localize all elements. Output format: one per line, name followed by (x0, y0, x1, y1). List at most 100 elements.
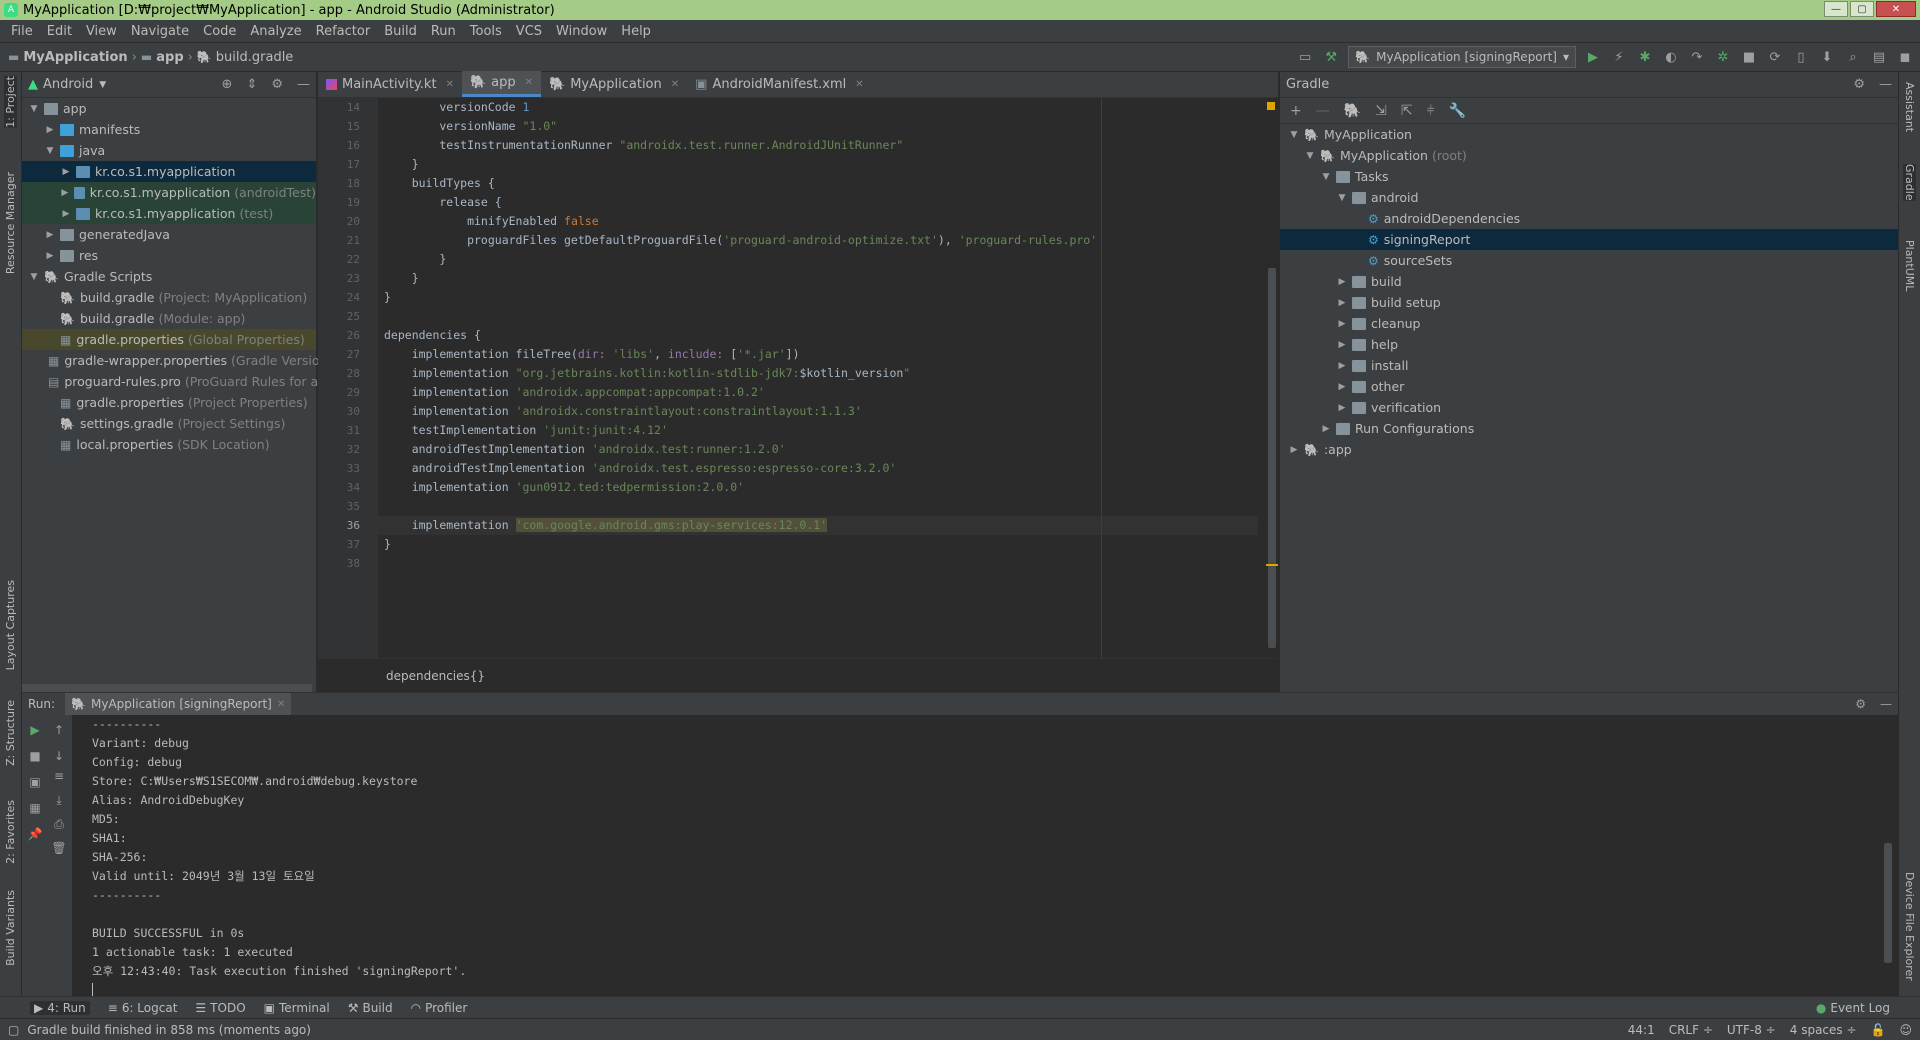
tree-item[interactable]: ▦ gradle-wrapper.properties (Gradle Versio… (22, 350, 332, 371)
debug-icon[interactable]: ✱ (1636, 48, 1654, 66)
collapse-all-icon[interactable]: ⇕ (246, 77, 257, 92)
soft-wrap-icon[interactable]: ≡ (50, 767, 68, 785)
locate-icon[interactable]: ⊕ (222, 77, 233, 92)
tree-item[interactable]: 🐘 settings.gradle (Project Settings) (22, 413, 316, 434)
expand-all-icon[interactable]: ⇲ (1375, 103, 1387, 119)
menu-file[interactable]: File (4, 24, 40, 39)
tool-tab-logcat[interactable]: ≡ 6: Logcat (108, 1001, 178, 1015)
indent-setting[interactable]: 4 spaces ÷ (1790, 1023, 1857, 1037)
tree-item[interactable]: ▼ Tasks (1280, 166, 1898, 187)
layout-captures-tool-tab[interactable]: Layout Captures (4, 580, 17, 670)
breadcrumb-project[interactable]: MyApplication (23, 50, 127, 65)
status-message[interactable]: Gradle build finished in 858 ms (moments… (27, 1023, 311, 1037)
close-icon[interactable]: ✕ (671, 79, 679, 90)
expand-toggle-icon[interactable]: ▼ (1304, 151, 1316, 161)
wrench-icon[interactable]: 🔧 (1449, 103, 1466, 119)
restore-layout-icon[interactable]: ▣ (26, 773, 44, 791)
trash-icon[interactable]: 🗑 (50, 839, 68, 857)
warning-marker[interactable] (1266, 564, 1278, 566)
structure-tool-tab[interactable]: Z: Structure (4, 700, 17, 766)
expand-toggle-icon[interactable]: ▼ (1288, 130, 1300, 140)
expand-toggle-icon[interactable]: ▶ (1336, 298, 1348, 308)
caret-position[interactable]: 44:1 (1628, 1023, 1655, 1037)
expand-toggle-icon[interactable]: ▶ (44, 251, 56, 261)
tree-item[interactable]: ▶ manifests (22, 119, 316, 140)
rerun-icon[interactable]: ▶ (26, 721, 44, 739)
tool-tab-build[interactable]: ⚒ Build (348, 1001, 393, 1015)
editor-tab[interactable]: MainActivity.kt ✕ (318, 71, 462, 97)
expand-toggle-icon[interactable]: ▶ (60, 209, 72, 219)
search-icon[interactable]: ⌕ (1844, 48, 1862, 66)
expand-toggle-icon[interactable]: ▶ (1336, 382, 1348, 392)
editor-vertical-scrollbar[interactable] (1266, 98, 1278, 658)
sync-project-icon[interactable]: ▭ (1296, 48, 1314, 66)
gear-icon[interactable]: ⚙ (1853, 77, 1865, 92)
tree-item[interactable]: ⚙ sourceSets (1280, 250, 1898, 271)
up-arrow-icon[interactable]: ↑ (50, 721, 68, 739)
make-project-icon[interactable]: ⚒ (1322, 48, 1340, 66)
project-view-selector[interactable]: Android (43, 77, 93, 92)
menu-refactor[interactable]: Refactor (309, 24, 378, 39)
tree-item[interactable]: ▦ local.properties (SDK Location) (22, 434, 316, 455)
run-tab[interactable]: 🐘 MyApplication [signingReport] ✕ (65, 693, 292, 715)
run-configuration-dropdown[interactable]: 🐘 MyApplication [signingReport] ▾ (1348, 46, 1576, 68)
scroll-to-end-icon[interactable]: ⤓ (50, 791, 68, 809)
close-icon[interactable]: ✕ (446, 79, 454, 90)
expand-toggle-icon[interactable]: ▶ (60, 188, 70, 198)
minimize-button[interactable]: — (1824, 1, 1848, 17)
expand-toggle-icon[interactable]: ▶ (1336, 361, 1348, 371)
tree-item[interactable]: ▶ kr.co.s1.myapplication (22, 161, 316, 182)
device-file-explorer-tool-tab[interactable]: Device File Explorer (1903, 872, 1916, 981)
tree-item[interactable]: ▶ install (1280, 355, 1898, 376)
line-separator[interactable]: CRLF ÷ (1669, 1023, 1713, 1037)
tree-item[interactable]: ▶ generatedJava (22, 224, 316, 245)
down-arrow-icon[interactable]: ↓ (50, 747, 68, 765)
tree-item[interactable]: ⚙ androidDependencies (1280, 208, 1898, 229)
breadcrumb-file[interactable]: build.gradle (216, 50, 294, 65)
tree-item[interactable]: ▶ cleanup (1280, 313, 1898, 334)
layout-icon[interactable]: ◼ (1896, 48, 1914, 66)
print-icon[interactable]: ⎙ (50, 815, 68, 833)
tree-item[interactable]: ▶ 🐘:app (1280, 439, 1898, 460)
warning-indicator-icon[interactable] (1267, 102, 1275, 110)
tree-item[interactable]: 🐘 build.gradle (Module: app) (22, 308, 316, 329)
favorites-tool-tab[interactable]: 2: Favorites (4, 800, 17, 864)
plantuml-tool-tab[interactable]: PlantUML (1903, 240, 1916, 291)
hide-panel-icon[interactable]: — (1879, 77, 1892, 92)
tree-item[interactable]: ▶ res (22, 245, 316, 266)
file-encoding[interactable]: UTF-8 ÷ (1727, 1023, 1776, 1037)
profile-icon[interactable]: ↷ (1688, 48, 1706, 66)
expand-toggle-icon[interactable]: ▶ (1336, 319, 1348, 329)
expand-toggle-icon[interactable]: ▼ (1320, 172, 1332, 182)
expand-toggle-icon[interactable]: ▼ (28, 272, 40, 282)
gear-icon[interactable]: ⚙ (271, 77, 283, 92)
tree-item[interactable]: ▶ help (1280, 334, 1898, 355)
editor-breadcrumb-item[interactable]: dependencies{} (386, 669, 485, 683)
gear-icon[interactable]: ⚙ (1855, 697, 1866, 711)
expand-toggle-icon[interactable]: ▶ (1288, 445, 1300, 455)
menu-code[interactable]: Code (196, 24, 243, 39)
tree-item[interactable]: ▼ 🐘 MyApplication (root) (1280, 145, 1898, 166)
tree-item[interactable]: ▼ android (1280, 187, 1898, 208)
avd-manager-icon[interactable]: ▯ (1792, 48, 1810, 66)
build-variants-tool-tab[interactable]: Build Variants (4, 890, 17, 966)
coverage-icon[interactable]: ◐ (1662, 48, 1680, 66)
project-structure-icon[interactable]: ▤ (1870, 48, 1888, 66)
toggle-offline-icon[interactable]: ⫩ (1427, 103, 1435, 119)
tree-item[interactable]: ▼ java (22, 140, 316, 161)
tree-item[interactable]: ▼ 🐘 MyApplication (1280, 124, 1898, 145)
scrollbar-thumb[interactable] (1268, 268, 1276, 648)
tool-tab-profiler[interactable]: ◠ Profiler (411, 1001, 468, 1015)
code-area[interactable]: versionCode 1 versionName "1.0" testInst… (378, 98, 1258, 658)
tree-item[interactable]: ▼ 🐘 Gradle Scripts (22, 266, 316, 287)
expand-toggle-icon[interactable]: ▶ (60, 167, 72, 177)
resource-manager-tool-tab[interactable]: Resource Manager (4, 172, 17, 274)
tree-item[interactable]: ▶ kr.co.s1.myapplication (androidTest) (22, 182, 316, 203)
menu-build[interactable]: Build (377, 24, 424, 39)
tree-item[interactable]: ⚙ signingReport (1280, 229, 1898, 250)
menu-window[interactable]: Window (549, 24, 614, 39)
event-log-button[interactable]: ● Event Log (1816, 1001, 1890, 1015)
tree-item[interactable]: ▶ build setup (1280, 292, 1898, 313)
stop-icon[interactable]: ■ (1740, 48, 1758, 66)
expand-toggle-icon[interactable]: ▼ (44, 146, 56, 156)
